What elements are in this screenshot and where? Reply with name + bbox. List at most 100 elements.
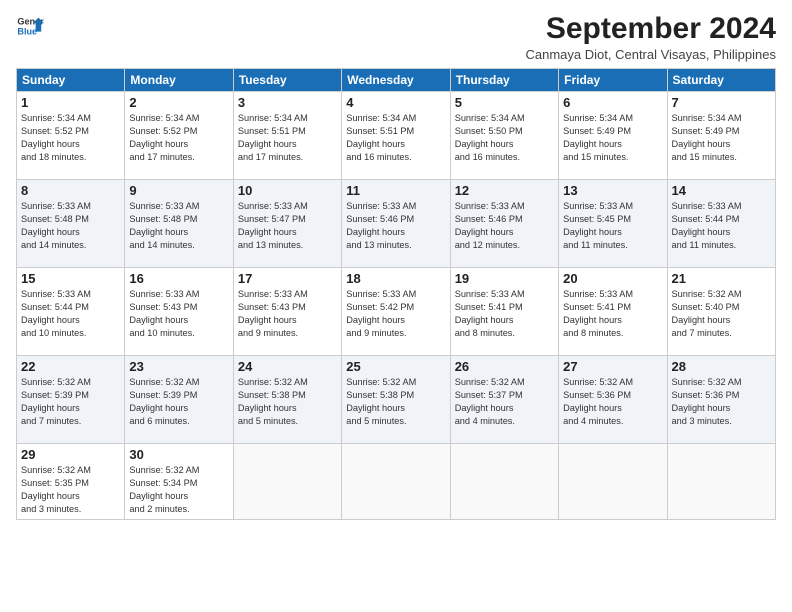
day-info: Sunrise: 5:34 AM Sunset: 5:52 PM Dayligh… — [21, 112, 120, 164]
table-row: 30 Sunrise: 5:32 AM Sunset: 5:34 PM Dayl… — [125, 444, 233, 520]
day-info: Sunrise: 5:32 AM Sunset: 5:34 PM Dayligh… — [129, 464, 228, 516]
calendar-row: 29 Sunrise: 5:32 AM Sunset: 5:35 PM Dayl… — [17, 444, 776, 520]
logo: General Blue — [16, 12, 44, 40]
day-number: 1 — [21, 95, 120, 110]
day-number: 4 — [346, 95, 445, 110]
day-number: 30 — [129, 447, 228, 462]
table-row: 19 Sunrise: 5:33 AM Sunset: 5:41 PM Dayl… — [450, 268, 558, 356]
page: General Blue September 2024 Canmaya Diot… — [0, 0, 792, 612]
table-row: 13 Sunrise: 5:33 AM Sunset: 5:45 PM Dayl… — [559, 180, 667, 268]
table-row: 14 Sunrise: 5:33 AM Sunset: 5:44 PM Dayl… — [667, 180, 775, 268]
table-row: 23 Sunrise: 5:32 AM Sunset: 5:39 PM Dayl… — [125, 356, 233, 444]
table-row: 28 Sunrise: 5:32 AM Sunset: 5:36 PM Dayl… — [667, 356, 775, 444]
day-info: Sunrise: 5:32 AM Sunset: 5:36 PM Dayligh… — [563, 376, 662, 428]
day-info: Sunrise: 5:32 AM Sunset: 5:35 PM Dayligh… — [21, 464, 120, 516]
day-number: 17 — [238, 271, 337, 286]
table-row: 2 Sunrise: 5:34 AM Sunset: 5:52 PM Dayli… — [125, 92, 233, 180]
day-info: Sunrise: 5:32 AM Sunset: 5:40 PM Dayligh… — [672, 288, 771, 340]
header: General Blue September 2024 Canmaya Diot… — [16, 12, 776, 62]
svg-text:Blue: Blue — [17, 26, 37, 36]
day-number: 19 — [455, 271, 554, 286]
col-sunday: Sunday — [17, 69, 125, 92]
table-row: 4 Sunrise: 5:34 AM Sunset: 5:51 PM Dayli… — [342, 92, 450, 180]
day-info: Sunrise: 5:32 AM Sunset: 5:39 PM Dayligh… — [21, 376, 120, 428]
day-number: 3 — [238, 95, 337, 110]
day-number: 29 — [21, 447, 120, 462]
day-info: Sunrise: 5:32 AM Sunset: 5:39 PM Dayligh… — [129, 376, 228, 428]
day-info: Sunrise: 5:33 AM Sunset: 5:42 PM Dayligh… — [346, 288, 445, 340]
col-wednesday: Wednesday — [342, 69, 450, 92]
table-row: 15 Sunrise: 5:33 AM Sunset: 5:44 PM Dayl… — [17, 268, 125, 356]
day-info: Sunrise: 5:34 AM Sunset: 5:49 PM Dayligh… — [672, 112, 771, 164]
table-row: 18 Sunrise: 5:33 AM Sunset: 5:42 PM Dayl… — [342, 268, 450, 356]
table-row: 10 Sunrise: 5:33 AM Sunset: 5:47 PM Dayl… — [233, 180, 341, 268]
day-info: Sunrise: 5:33 AM Sunset: 5:48 PM Dayligh… — [129, 200, 228, 252]
day-info: Sunrise: 5:33 AM Sunset: 5:43 PM Dayligh… — [129, 288, 228, 340]
day-info: Sunrise: 5:32 AM Sunset: 5:38 PM Dayligh… — [238, 376, 337, 428]
day-info: Sunrise: 5:34 AM Sunset: 5:51 PM Dayligh… — [238, 112, 337, 164]
day-number: 2 — [129, 95, 228, 110]
day-info: Sunrise: 5:33 AM Sunset: 5:48 PM Dayligh… — [21, 200, 120, 252]
table-row: 24 Sunrise: 5:32 AM Sunset: 5:38 PM Dayl… — [233, 356, 341, 444]
table-row — [450, 444, 558, 520]
table-row: 21 Sunrise: 5:32 AM Sunset: 5:40 PM Dayl… — [667, 268, 775, 356]
calendar-row: 22 Sunrise: 5:32 AM Sunset: 5:39 PM Dayl… — [17, 356, 776, 444]
table-row: 1 Sunrise: 5:34 AM Sunset: 5:52 PM Dayli… — [17, 92, 125, 180]
day-number: 12 — [455, 183, 554, 198]
calendar-row: 1 Sunrise: 5:34 AM Sunset: 5:52 PM Dayli… — [17, 92, 776, 180]
day-number: 26 — [455, 359, 554, 374]
day-number: 8 — [21, 183, 120, 198]
day-number: 14 — [672, 183, 771, 198]
table-row: 20 Sunrise: 5:33 AM Sunset: 5:41 PM Dayl… — [559, 268, 667, 356]
table-row — [667, 444, 775, 520]
table-row: 22 Sunrise: 5:32 AM Sunset: 5:39 PM Dayl… — [17, 356, 125, 444]
day-number: 9 — [129, 183, 228, 198]
table-row: 8 Sunrise: 5:33 AM Sunset: 5:48 PM Dayli… — [17, 180, 125, 268]
table-row: 16 Sunrise: 5:33 AM Sunset: 5:43 PM Dayl… — [125, 268, 233, 356]
table-row: 17 Sunrise: 5:33 AM Sunset: 5:43 PM Dayl… — [233, 268, 341, 356]
day-info: Sunrise: 5:33 AM Sunset: 5:41 PM Dayligh… — [455, 288, 554, 340]
table-row: 6 Sunrise: 5:34 AM Sunset: 5:49 PM Dayli… — [559, 92, 667, 180]
day-number: 18 — [346, 271, 445, 286]
table-row: 27 Sunrise: 5:32 AM Sunset: 5:36 PM Dayl… — [559, 356, 667, 444]
calendar-row: 8 Sunrise: 5:33 AM Sunset: 5:48 PM Dayli… — [17, 180, 776, 268]
day-number: 11 — [346, 183, 445, 198]
calendar-header-row: Sunday Monday Tuesday Wednesday Thursday… — [17, 69, 776, 92]
logo-icon: General Blue — [16, 12, 44, 40]
day-number: 5 — [455, 95, 554, 110]
day-number: 28 — [672, 359, 771, 374]
table-row — [342, 444, 450, 520]
table-row — [233, 444, 341, 520]
table-row: 3 Sunrise: 5:34 AM Sunset: 5:51 PM Dayli… — [233, 92, 341, 180]
day-info: Sunrise: 5:34 AM Sunset: 5:51 PM Dayligh… — [346, 112, 445, 164]
day-number: 21 — [672, 271, 771, 286]
month-title: September 2024 — [526, 12, 777, 45]
day-info: Sunrise: 5:33 AM Sunset: 5:44 PM Dayligh… — [21, 288, 120, 340]
day-number: 7 — [672, 95, 771, 110]
day-info: Sunrise: 5:33 AM Sunset: 5:44 PM Dayligh… — [672, 200, 771, 252]
day-number: 24 — [238, 359, 337, 374]
day-number: 23 — [129, 359, 228, 374]
table-row: 11 Sunrise: 5:33 AM Sunset: 5:46 PM Dayl… — [342, 180, 450, 268]
table-row: 25 Sunrise: 5:32 AM Sunset: 5:38 PM Dayl… — [342, 356, 450, 444]
table-row: 29 Sunrise: 5:32 AM Sunset: 5:35 PM Dayl… — [17, 444, 125, 520]
day-info: Sunrise: 5:33 AM Sunset: 5:46 PM Dayligh… — [346, 200, 445, 252]
col-saturday: Saturday — [667, 69, 775, 92]
location: Canmaya Diot, Central Visayas, Philippin… — [526, 47, 777, 62]
col-thursday: Thursday — [450, 69, 558, 92]
day-info: Sunrise: 5:33 AM Sunset: 5:45 PM Dayligh… — [563, 200, 662, 252]
day-number: 13 — [563, 183, 662, 198]
day-number: 15 — [21, 271, 120, 286]
day-info: Sunrise: 5:33 AM Sunset: 5:47 PM Dayligh… — [238, 200, 337, 252]
day-info: Sunrise: 5:33 AM Sunset: 5:43 PM Dayligh… — [238, 288, 337, 340]
title-block: September 2024 Canmaya Diot, Central Vis… — [526, 12, 777, 62]
day-number: 6 — [563, 95, 662, 110]
table-row: 12 Sunrise: 5:33 AM Sunset: 5:46 PM Dayl… — [450, 180, 558, 268]
table-row: 9 Sunrise: 5:33 AM Sunset: 5:48 PM Dayli… — [125, 180, 233, 268]
table-row — [559, 444, 667, 520]
table-row: 7 Sunrise: 5:34 AM Sunset: 5:49 PM Dayli… — [667, 92, 775, 180]
day-info: Sunrise: 5:32 AM Sunset: 5:37 PM Dayligh… — [455, 376, 554, 428]
day-number: 27 — [563, 359, 662, 374]
calendar-row: 15 Sunrise: 5:33 AM Sunset: 5:44 PM Dayl… — [17, 268, 776, 356]
day-number: 20 — [563, 271, 662, 286]
